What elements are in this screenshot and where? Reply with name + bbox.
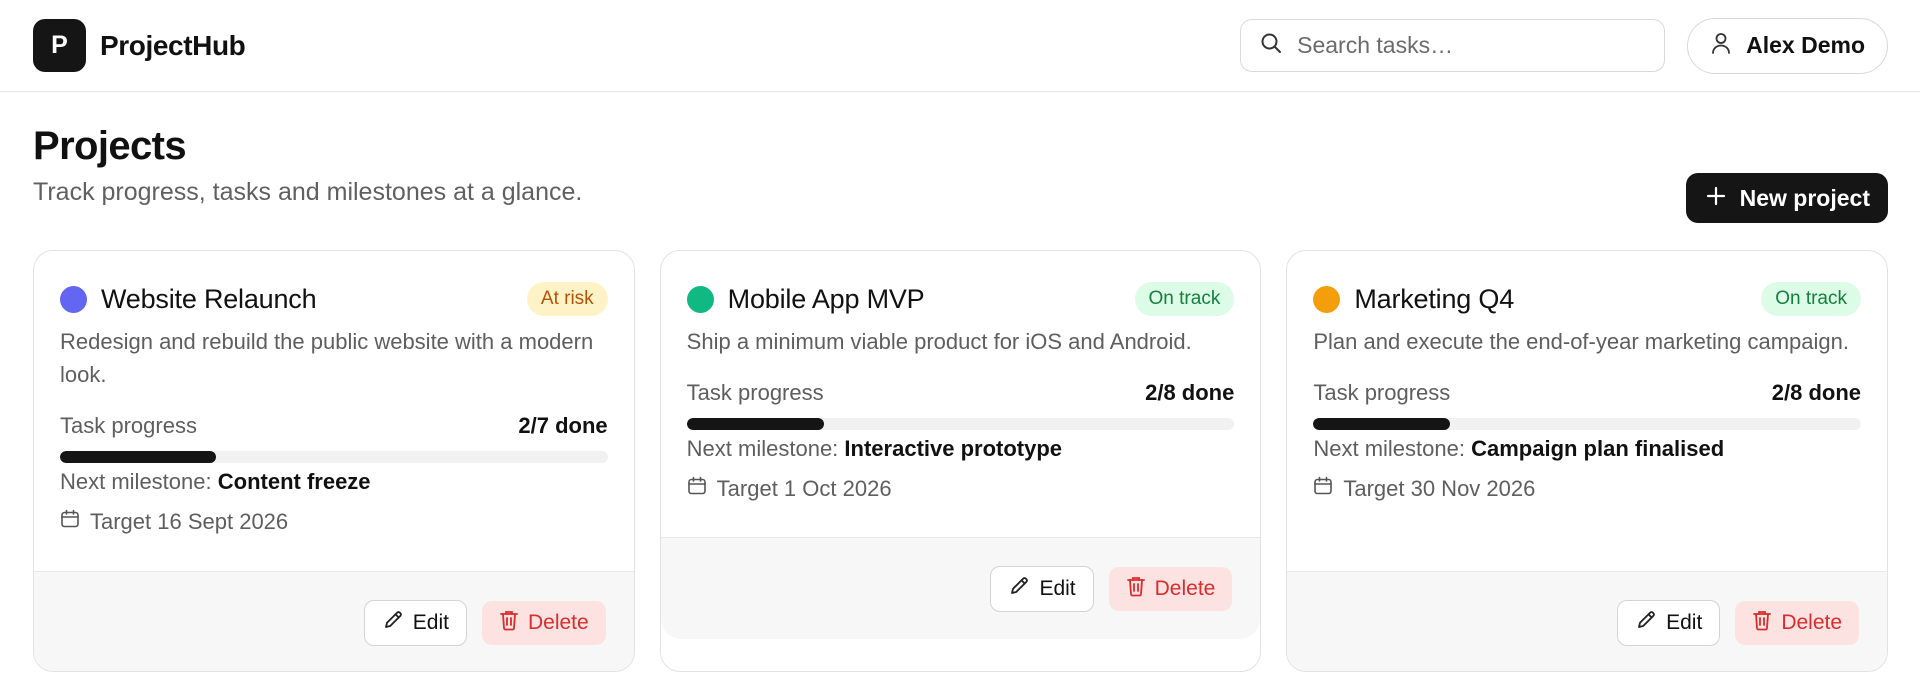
card-footer: Edit Delete <box>660 537 1261 639</box>
user-icon <box>1710 31 1732 61</box>
progress-label: Task progress <box>686 380 824 405</box>
pencil-icon <box>1008 575 1030 603</box>
app-logo: P <box>33 19 86 72</box>
next-milestone: Next milestone: Campaign plan finalised <box>1313 436 1861 462</box>
delete-button[interactable]: Delete <box>481 600 606 645</box>
trash-icon <box>1126 575 1146 603</box>
project-title: Website Relaunch <box>101 283 317 314</box>
page-header: Projects Track progress, tasks and miles… <box>0 92 1920 250</box>
card-footer: Edit Delete <box>34 571 634 671</box>
edit-label: Edit <box>412 610 449 634</box>
progress-count: 2/7 done <box>518 413 608 438</box>
search-box[interactable] <box>1240 19 1666 72</box>
card-footer: Edit Delete <box>1287 571 1888 671</box>
user-name: Alex Demo <box>1746 32 1865 58</box>
page-subtitle: Track progress, tasks and milestones at … <box>33 178 583 206</box>
project-color-dot <box>60 285 87 313</box>
calendar-icon <box>687 476 707 502</box>
project-grid: Website Relaunch At risk Redesign and re… <box>0 250 1920 672</box>
status-badge: On track <box>1761 281 1862 317</box>
delete-label: Delete <box>1154 576 1216 600</box>
edit-label: Edit <box>1039 576 1076 600</box>
top-bar: P ProjectHub Alex Demo <box>0 0 1920 92</box>
plus-icon <box>1706 185 1726 212</box>
target-text: Target 16 Sept 2026 <box>90 509 289 534</box>
brand[interactable]: P ProjectHub <box>33 19 246 72</box>
user-menu-button[interactable]: Alex Demo <box>1687 17 1888 74</box>
progress-bar-fill <box>686 418 824 430</box>
calendar-icon <box>1313 476 1333 502</box>
project-description: Plan and execute the end-of-year marketi… <box>1313 329 1849 354</box>
new-project-label: New project <box>1739 184 1870 211</box>
search-input[interactable] <box>1297 32 1647 59</box>
progress-bar-fill <box>1313 418 1451 430</box>
target-date: Target 30 Nov 2026 <box>1313 476 1861 502</box>
progress-count: 2/8 done <box>1771 380 1862 405</box>
next-milestone: Next milestone: Interactive prototype <box>687 436 1235 462</box>
target-text: Target 30 Nov 2026 <box>1343 476 1536 501</box>
calendar-icon <box>60 509 80 535</box>
status-badge: On track <box>1134 281 1235 317</box>
pencil-icon <box>1635 609 1657 637</box>
milestone-label: Next milestone: <box>686 436 839 461</box>
milestone-value: Interactive prototype <box>844 436 1063 461</box>
top-right-controls: Alex Demo <box>1240 17 1888 74</box>
project-card-website-relaunch: Website Relaunch At risk Redesign and re… <box>33 250 635 672</box>
project-color-dot <box>686 285 714 313</box>
milestone-value: Campaign plan finalised <box>1471 436 1725 461</box>
milestone-value: Content freeze <box>217 469 371 494</box>
milestone-label: Next milestone: <box>1313 436 1465 461</box>
project-description: Ship a minimum viable product for iOS an… <box>686 329 1192 354</box>
trash-icon <box>1752 609 1772 637</box>
project-description: Redesign and rebuild the public website … <box>60 329 594 387</box>
project-card-marketing-q4: Marketing Q4 On track Plan and execute t… <box>1286 250 1889 672</box>
search-icon <box>1259 31 1283 60</box>
progress-label: Task progress <box>60 413 197 438</box>
delete-label: Delete <box>1781 610 1843 634</box>
edit-button[interactable]: Edit <box>363 599 467 646</box>
progress-count: 2/8 done <box>1145 380 1235 405</box>
pencil-icon <box>382 609 404 637</box>
milestone-label: Next milestone: <box>60 469 212 494</box>
edit-label: Edit <box>1666 610 1703 634</box>
progress-bar <box>686 418 1235 430</box>
progress-bar-fill <box>60 451 217 463</box>
delete-button[interactable]: Delete <box>1735 600 1860 645</box>
trash-icon <box>499 609 519 637</box>
page-title: Projects <box>33 124 187 168</box>
delete-label: Delete <box>527 610 589 634</box>
target-date: Target 16 Sept 2026 <box>60 509 608 535</box>
project-title: Mobile App MVP <box>727 283 925 314</box>
status-badge: At risk <box>526 281 608 317</box>
project-title: Marketing Q4 <box>1354 283 1515 314</box>
progress-label: Task progress <box>1313 380 1451 405</box>
next-milestone: Next milestone: Content freeze <box>60 469 608 495</box>
project-color-dot <box>1313 285 1341 313</box>
app-name: ProjectHub <box>100 29 246 61</box>
new-project-button[interactable]: New project <box>1685 173 1888 223</box>
delete-button[interactable]: Delete <box>1108 566 1233 611</box>
progress-bar <box>60 451 608 463</box>
project-card-mobile-app-mvp: Mobile App MVP On track Ship a minimum v… <box>659 250 1262 672</box>
edit-button[interactable]: Edit <box>990 565 1094 612</box>
edit-button[interactable]: Edit <box>1617 599 1721 646</box>
progress-bar <box>1313 418 1862 430</box>
target-date: Target 1 Oct 2026 <box>687 476 1235 502</box>
target-text: Target 1 Oct 2026 <box>716 476 892 501</box>
